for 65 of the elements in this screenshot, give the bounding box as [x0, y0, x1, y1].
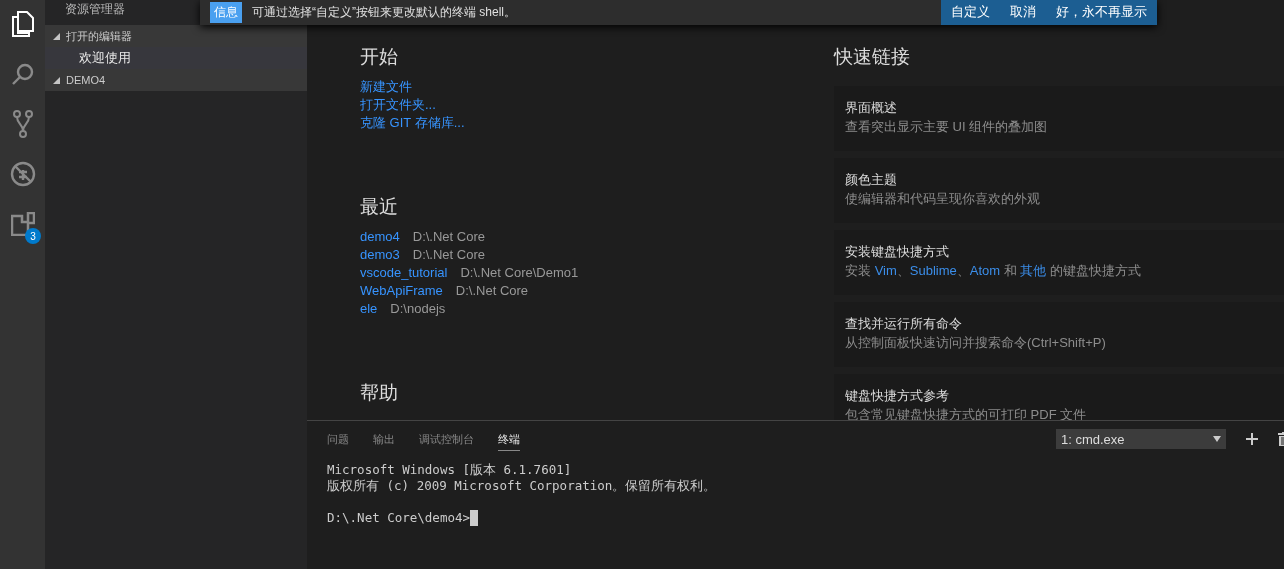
count-badge: 3	[25, 228, 41, 244]
folder-path: D:\.Net Core	[412, 228, 485, 246]
files-icon	[10, 11, 35, 37]
folder-path: D:\nodejs	[390, 300, 446, 318]
panel-tab[interactable]: 调试控制台	[419, 427, 474, 451]
card-description: 安装 Vim、Sublime、Atom 和 其他 的键盘快捷方式	[845, 262, 1142, 280]
recent-folder-link[interactable]: demo3	[360, 246, 400, 264]
chevron-icon	[53, 32, 60, 40]
start-link[interactable]: 克隆 GIT 存储库...	[360, 114, 781, 132]
quick-link-card[interactable]: 安装键盘快捷方式 安装 Vim、Sublime、Atom 和 其他 的键盘快捷方式	[834, 230, 1284, 295]
quick-link-card[interactable]: 界面概述 查看突出显示主要 UI 组件的叠加图	[834, 86, 1284, 151]
chevron-icon	[53, 76, 60, 84]
notification-button[interactable]: 好，永不再显示	[1056, 4, 1147, 21]
keymap-link[interactable]: 其他	[1020, 263, 1047, 278]
terminal-line: Microsoft Windows [版本 6.1.7601]	[327, 462, 572, 478]
panel-tab[interactable]: 输出	[373, 427, 395, 451]
caret-icon	[1213, 436, 1221, 442]
section-header[interactable]: 打开的编辑器	[45, 25, 307, 47]
branch-icon	[12, 110, 33, 138]
card-title: 颜色主题	[845, 171, 898, 189]
folder-path: D:\.Net Core	[455, 282, 529, 300]
notification-button[interactable]: 取消	[1010, 4, 1036, 21]
terminal-prompt: D:\.Net Core\demo4>	[327, 510, 470, 526]
start-link[interactable]: 新建文件	[360, 78, 781, 96]
card-description: 使编辑器和代码呈现你喜欢的外观	[845, 190, 1041, 208]
debug-icon	[9, 161, 36, 187]
notification-message: 可通过选择“自定义”按钮来更改默认的终端 shell。	[252, 4, 517, 21]
terminal-cursor	[470, 510, 478, 526]
section-heading: 快速链接	[834, 45, 911, 69]
terminal-line: 版权所有 (c) 2009 Microsoft Corporation。保留所有权利。	[327, 478, 717, 494]
info-badge: 信息	[210, 2, 242, 23]
terminal-dropdown[interactable]: 1: cmd.exe	[1056, 429, 1226, 449]
quick-link-card[interactable]: 颜色主题 使编辑器和代码呈现你喜欢的外观	[834, 158, 1284, 223]
search-icon	[10, 62, 35, 86]
panel-tab[interactable]: 终端	[498, 427, 520, 451]
recent-folder-link[interactable]: ele	[360, 300, 378, 318]
card-description: 从控制面板快速访问并搜索命令(Ctrl+Shift+P)	[845, 334, 1107, 352]
card-title: 界面概述	[845, 99, 898, 117]
card-title: 安装键盘快捷方式	[845, 243, 950, 261]
plus-icon[interactable]	[1246, 433, 1258, 445]
activity-button[interactable]: 3	[0, 204, 45, 244]
editor-item[interactable]: 欢迎使用	[45, 47, 307, 69]
section-heading: 最近	[360, 195, 399, 219]
section-title: 打开的编辑器	[66, 28, 132, 44]
section-title: DEMO4	[66, 74, 106, 86]
folder-path: D:\.Net Core	[412, 246, 485, 264]
notification-button[interactable]: 自定义	[951, 4, 990, 21]
keymap-link[interactable]: Atom	[969, 263, 1001, 278]
recent-folder-link[interactable]: vscode_tutorial	[360, 264, 448, 282]
card-title: 查找并运行所有命令	[845, 315, 963, 333]
card-description: 查看突出显示主要 UI 组件的叠加图	[845, 118, 1049, 136]
card-title: 键盘快捷方式参考	[845, 387, 950, 405]
section-header[interactable]: DEMO4	[45, 69, 307, 91]
folder-path: D:\.Net Core\Demo1	[460, 264, 579, 282]
panel-tab[interactable]: 问题	[327, 427, 349, 451]
quick-link-card[interactable]: 查找并运行所有命令 从控制面板快速访问并搜索命令(Ctrl+Shift+P)	[834, 302, 1284, 367]
keymap-link[interactable]: Sublime	[909, 263, 957, 278]
recent-folder-link[interactable]: WebApiFrame	[360, 282, 443, 300]
sidebar-title: 资源管理器	[65, 2, 125, 16]
section-heading: 开始	[360, 45, 399, 69]
recent-folder-link[interactable]: demo4	[360, 228, 400, 246]
terminal-output[interactable]: Microsoft Windows [版本 6.1.7601] 版权所有 (c) 2009 Microsoft Corporation。保留所有权利。 D:\.Net Core\demo4>	[307, 457, 1284, 531]
section-heading: 帮助	[360, 381, 399, 405]
start-link[interactable]: 打开文件夹...	[360, 96, 781, 114]
keymap-link[interactable]: Vim	[874, 263, 897, 278]
